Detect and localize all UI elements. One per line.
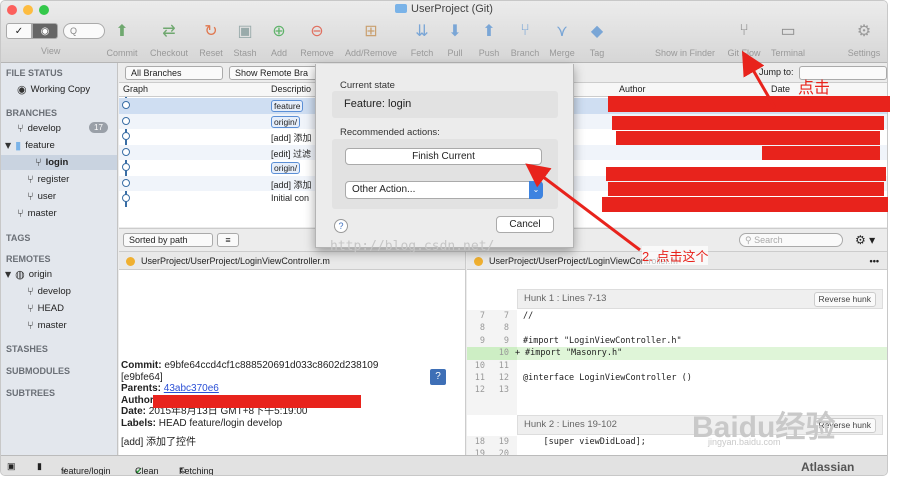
click-annotation: 点击 — [798, 80, 831, 97]
baidu-url-watermark: jingyan.baidu.com — [708, 437, 781, 447]
arrow-to-finish — [525, 163, 641, 252]
arrow-to-git-flow — [742, 50, 777, 109]
click-this-annotation: 2. 点击这个 — [642, 246, 709, 265]
blog-watermark: http://blog.csdn.net/ — [330, 239, 495, 254]
